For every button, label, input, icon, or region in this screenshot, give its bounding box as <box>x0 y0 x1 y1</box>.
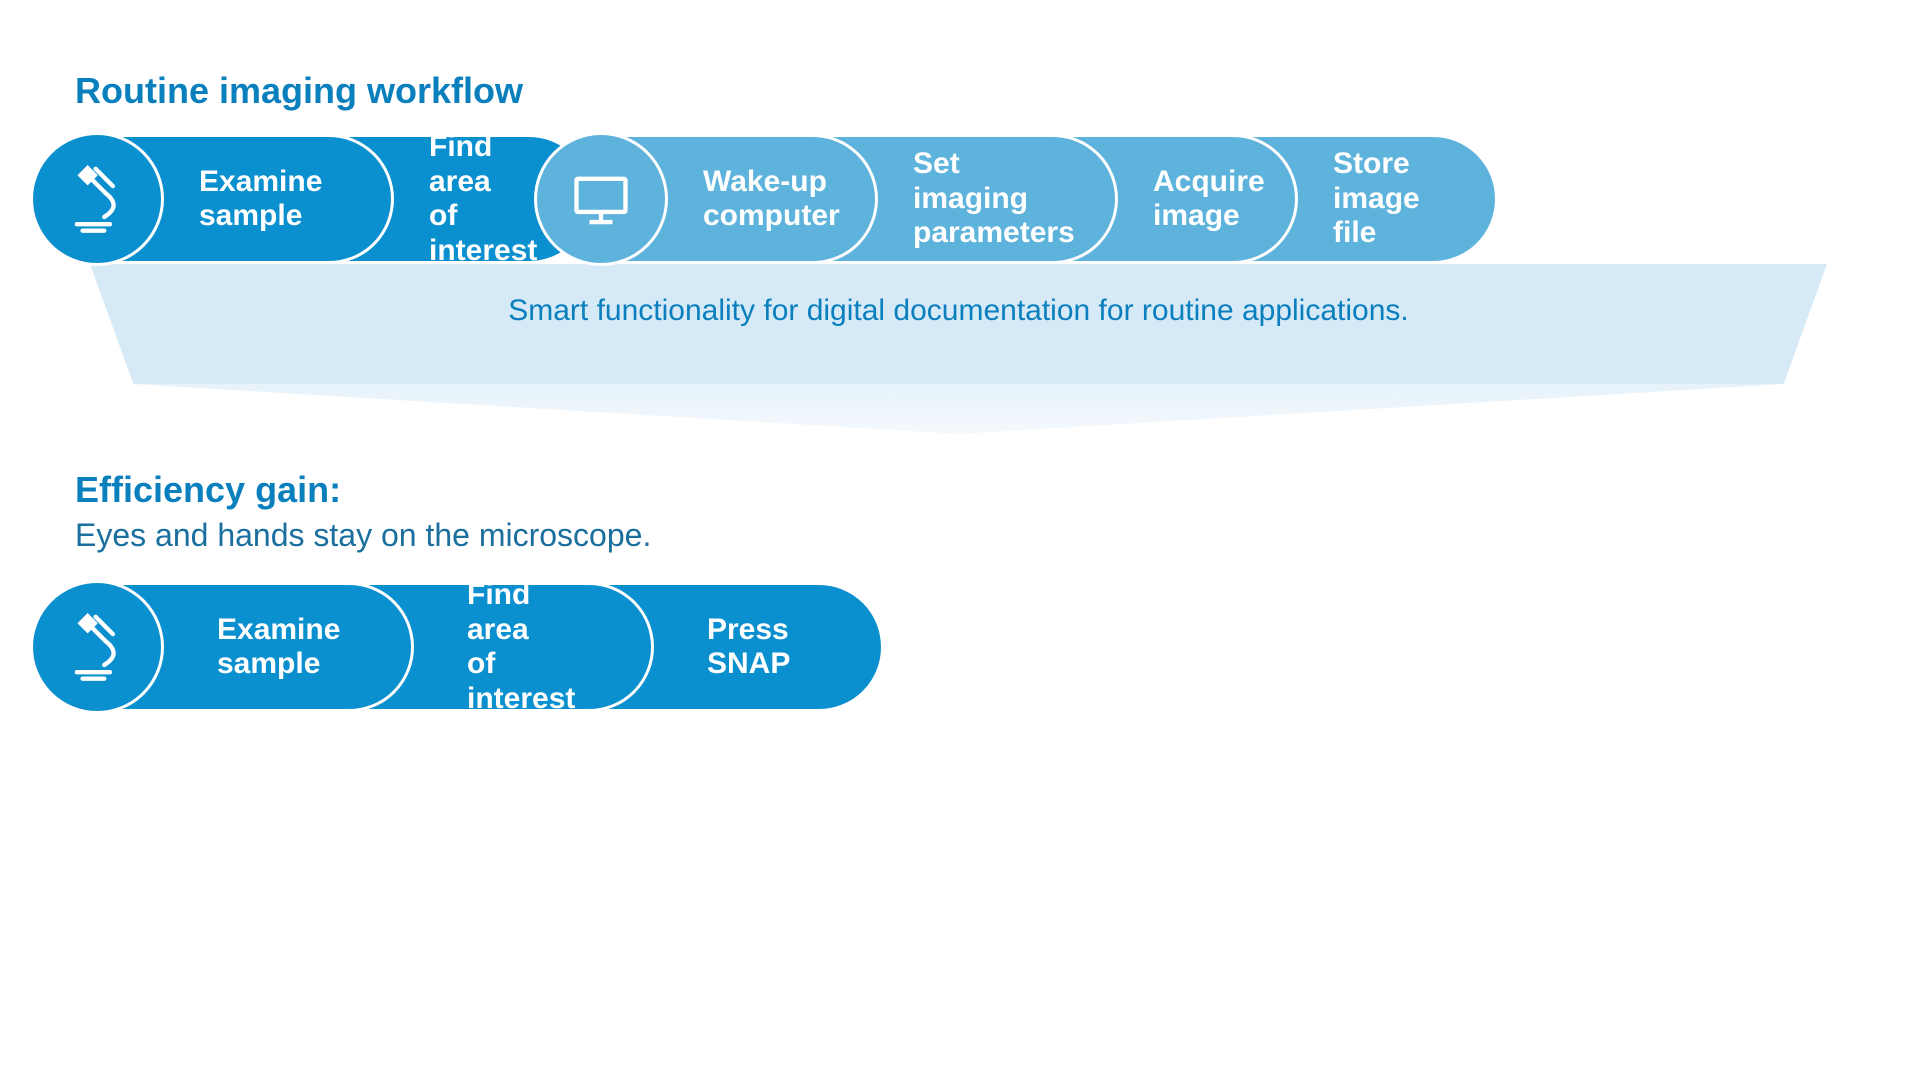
efficiency-title: Efficiency gain: <box>75 469 1887 511</box>
efficiency-section: Efficiency gain: Eyes and hands stay on … <box>75 469 1887 554</box>
step-label: Storeimage file <box>1333 147 1455 251</box>
microscope-svg <box>61 163 133 235</box>
efficiency-desc: Eyes and hands stay on the microscope. <box>75 517 1887 554</box>
monitor-svg <box>565 163 637 235</box>
step-label: Examinesample <box>199 165 322 234</box>
microscope-icon <box>30 132 164 266</box>
caption-text: Smart functionality for digital document… <box>508 294 1408 328</box>
step-label: Find areaof interest <box>467 578 581 716</box>
step-label: Acquireimage <box>1153 165 1265 234</box>
monitor-icon <box>534 132 668 266</box>
chevron-down-icon <box>90 384 1827 434</box>
efficiency-row: Examinesample Find areaof interest Press… <box>30 582 1887 712</box>
routine-title: Routine imaging workflow <box>75 70 1887 112</box>
step-label: Examinesample <box>217 613 340 682</box>
step-label: Wake-upcomputer <box>703 165 840 234</box>
step-label: Find areaof interest <box>429 130 551 268</box>
caption-banner: Smart functionality for digital document… <box>90 264 1827 384</box>
microscope-svg <box>61 611 133 683</box>
step-label: PressSNAP <box>707 613 790 682</box>
microscope-icon <box>30 580 164 714</box>
step-label: Set imagingparameters <box>913 147 1075 251</box>
diagram-root: Routine imaging workflow Examinesample F… <box>0 0 1917 742</box>
routine-row: Examinesample Find areaof interest Wake-… <box>30 134 1887 264</box>
